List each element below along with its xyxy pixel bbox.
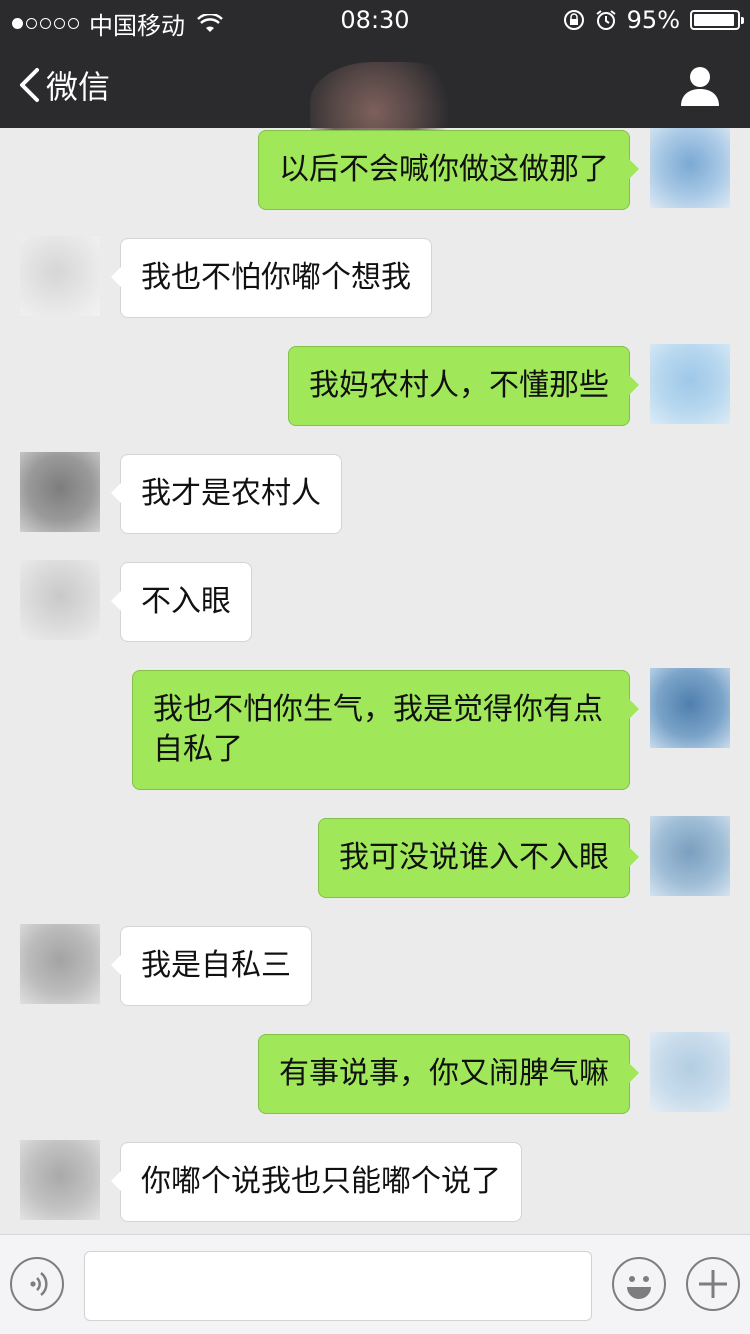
my-avatar[interactable]: [650, 668, 730, 748]
battery-fill: [694, 14, 734, 26]
message-bubble-outgoing[interactable]: 有事说事，你又闹脾气嘛: [258, 1034, 639, 1114]
emoji-icon: [627, 1276, 651, 1299]
person-icon: [681, 67, 719, 106]
message-bubble-outgoing[interactable]: 以后不会喊你做这做那了: [258, 130, 639, 210]
voice-button[interactable]: [10, 1257, 64, 1311]
message-bubble-incoming[interactable]: 不入眼: [111, 562, 252, 642]
message-bubble-outgoing[interactable]: 我可没说谁入不入眼: [318, 818, 639, 898]
message-bubble-incoming[interactable]: 我是自私三: [111, 926, 312, 1006]
back-label: 微信: [46, 68, 111, 106]
rotation-lock-icon: [563, 10, 584, 30]
my-avatar[interactable]: [650, 128, 730, 208]
battery-icon: [690, 10, 744, 30]
chevron-left-icon: [20, 68, 39, 102]
my-avatar[interactable]: [650, 1032, 730, 1112]
profile-button[interactable]: [678, 64, 722, 108]
alarm-icon: [596, 10, 616, 30]
message-bubble-outgoing[interactable]: 我妈农村人，不懂那些: [288, 346, 639, 426]
contact-avatar[interactable]: [20, 560, 100, 640]
message-bubble-incoming[interactable]: 你嘟个说我也只能嘟个说了: [111, 1142, 522, 1222]
contact-avatar[interactable]: [20, 924, 100, 1004]
contact-avatar[interactable]: [20, 1140, 100, 1220]
my-avatar[interactable]: [650, 344, 730, 424]
back-button[interactable]: 微信: [18, 62, 110, 108]
contact-avatar[interactable]: [20, 236, 100, 316]
status-bar: 中国移动 08:30 95%: [0, 0, 750, 40]
battery-percent: 95%: [626, 6, 680, 34]
message-bubble-outgoing[interactable]: 我也不怕你生气，我是觉得你有点自私了: [132, 670, 639, 790]
chat-area[interactable]: 以后不会喊你做这做那了 我也不怕你嘟个想我 我妈农村人，不懂那些 我才是农村人 …: [0, 128, 750, 1234]
message-bubble-incoming[interactable]: 我才是农村人: [111, 454, 342, 534]
input-bar: [0, 1234, 750, 1334]
contact-avatar[interactable]: [20, 452, 100, 532]
message-input[interactable]: [84, 1251, 592, 1321]
message-bubble-incoming[interactable]: 我也不怕你嘟个想我: [111, 238, 432, 318]
emoji-button[interactable]: [612, 1257, 666, 1311]
plus-icon: [699, 1270, 727, 1298]
status-right: 95%: [563, 6, 744, 34]
top-bar: 中国移动 08:30 95% 微信: [0, 0, 750, 162]
voice-icon: [30, 1272, 48, 1296]
plus-button[interactable]: [686, 1257, 740, 1311]
nav-bar: 微信: [0, 40, 750, 162]
my-avatar[interactable]: [650, 816, 730, 896]
